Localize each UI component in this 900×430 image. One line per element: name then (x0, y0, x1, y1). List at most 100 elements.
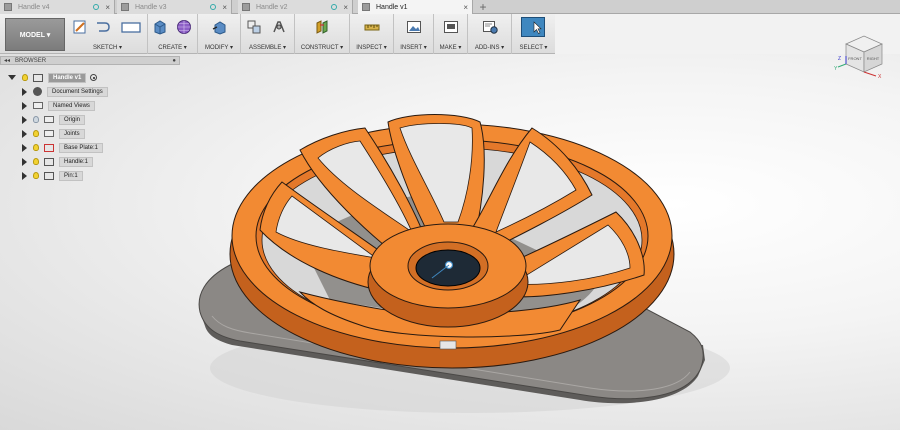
expand-arrow-icon[interactable] (22, 171, 27, 180)
new-tab-button[interactable]: + (476, 0, 490, 14)
construct-group-label: CONSTRUCT ▾ (300, 45, 344, 51)
toolbar-group-modify[interactable]: MODIFY ▾ (198, 14, 241, 54)
tree-item-named-views[interactable]: Named Views (22, 100, 95, 111)
tree-item-label[interactable]: Joints (59, 128, 85, 139)
new-component-icon (247, 20, 261, 34)
sync-icon (210, 4, 217, 10)
toolbar-group-construct[interactable]: CONSTRUCT ▾ (295, 14, 350, 54)
tree-item-label[interactable]: Named Views (48, 100, 95, 111)
assemble-group-label: ASSEMBLE ▾ (248, 45, 287, 51)
tab-handle-v4[interactable]: Handle v4 × (0, 0, 115, 14)
tab-label: Handle v3 (135, 3, 167, 11)
toolbar-group-create[interactable]: CREATE ▾ (148, 14, 198, 54)
sketch-icon (73, 20, 86, 34)
expand-arrow-icon[interactable] (22, 101, 27, 110)
select-group-label: SELECT ▾ (519, 45, 548, 51)
browser-title: BROWSER (15, 57, 47, 64)
toolbar-group-make[interactable]: MAKE ▾ (434, 14, 468, 54)
modify-group-label: MODIFY ▾ (205, 45, 233, 51)
grounded-component-icon (44, 143, 54, 152)
close-icon[interactable]: × (343, 3, 348, 12)
pin-icon[interactable]: ● (172, 58, 176, 64)
tab-handle-v3[interactable]: Handle v3 × (117, 0, 232, 14)
document-icon (4, 3, 12, 11)
expand-arrow-icon[interactable] (22, 129, 27, 138)
tree-item-handle[interactable]: Handle:1 (22, 156, 94, 167)
folder-icon (33, 102, 43, 109)
visibility-bulb-icon[interactable] (33, 172, 39, 179)
tree-item-label[interactable]: Document Settings (47, 86, 108, 97)
tab-handle-v1[interactable]: Handle v1 × (358, 0, 473, 14)
expand-arrow-icon[interactable] (22, 157, 27, 166)
3d-print-icon (444, 21, 458, 33)
axis-x-label: X (878, 74, 882, 80)
tree-item-origin[interactable]: Origin (22, 114, 86, 125)
inspect-group-label: INSPECT ▾ (356, 45, 387, 51)
press-pull-icon (212, 21, 226, 35)
expand-arrow-icon[interactable] (22, 87, 27, 96)
scripts-addins-icon (483, 21, 498, 34)
component-icon (33, 73, 43, 82)
document-icon (242, 3, 250, 11)
browser-panel: ◂◂ BROWSER ● Handle v1 Document Settings… (0, 56, 180, 186)
close-icon[interactable]: × (463, 3, 468, 12)
tree-root-handle-v1[interactable]: Handle v1 (8, 72, 98, 83)
activate-radio-icon[interactable] (90, 74, 98, 81)
tree-item-document-settings[interactable]: Document Settings (22, 86, 108, 97)
tab-label: Handle v1 (376, 3, 408, 11)
viewcube[interactable]: FRONT RIGHT Y Z X (828, 20, 896, 80)
tab-label: Handle v2 (256, 3, 288, 11)
close-icon[interactable]: × (105, 3, 110, 12)
visibility-bulb-icon[interactable] (33, 130, 39, 137)
tree-item-label[interactable]: Pin:1 (59, 170, 83, 181)
extrude-icon (154, 20, 166, 35)
close-icon[interactable]: × (222, 3, 227, 12)
tree-item-label[interactable]: Base Plate:1 (59, 142, 104, 153)
toolbar-group-inspect[interactable]: INSPECT ▾ (350, 14, 394, 54)
insert-image-icon (407, 21, 421, 33)
measure-icon (364, 24, 380, 31)
add-ins-group-label: ADD-INS ▾ (474, 45, 505, 51)
toolbar-group-add-ins[interactable]: ADD-INS ▾ (468, 14, 512, 54)
offset-plane-icon (316, 20, 328, 34)
visibility-bulb-icon[interactable] (33, 144, 39, 151)
sync-icon (93, 4, 100, 10)
document-icon (121, 3, 129, 11)
tree-item-pin[interactable]: Pin:1 (22, 170, 83, 181)
tree-item-joints[interactable]: Joints (22, 128, 85, 139)
handle-wheel[interactable] (229, 114, 675, 369)
viewcube-right-label: RIGHT (867, 56, 880, 61)
tree-item-label[interactable]: Handle:1 (59, 156, 94, 167)
line-icon (97, 22, 110, 32)
make-group-label: MAKE ▾ (439, 45, 462, 51)
component-icon (44, 157, 54, 166)
rectangle-icon (121, 22, 141, 33)
x-axis-line (863, 71, 877, 77)
expand-arrow-icon[interactable] (22, 115, 27, 124)
sphere-grid-icon (177, 20, 191, 34)
collapse-arrow-icon[interactable] (8, 75, 16, 80)
insert-group-label: INSERT ▾ (400, 45, 427, 51)
visibility-bulb-icon[interactable] (33, 158, 39, 165)
browser-header[interactable]: ◂◂ BROWSER ● (0, 56, 180, 65)
toolbar-group-select[interactable]: SELECT ▾ (512, 14, 555, 54)
joint-marker-icon[interactable] (439, 340, 457, 350)
viewcube-front-label: FRONT (848, 56, 862, 61)
toolbar-group-sketch[interactable]: SKETCH ▾ (68, 14, 148, 54)
tree-item-label[interactable]: Origin (59, 114, 86, 125)
joint-icon (273, 21, 285, 33)
visibility-bulb-icon[interactable] (22, 74, 28, 81)
tab-handle-v2[interactable]: Handle v2 × (238, 0, 353, 14)
toolbar-group-insert[interactable]: INSERT ▾ (394, 14, 434, 54)
workspace-switcher-button[interactable]: MODEL ▾ (5, 18, 65, 51)
sync-icon (331, 4, 338, 10)
collapse-icon[interactable]: ◂◂ (4, 57, 10, 64)
axis-z-label: Z (838, 56, 841, 62)
expand-arrow-icon[interactable] (22, 143, 27, 152)
visibility-bulb-icon[interactable] (33, 116, 39, 123)
sketch-group-label: SKETCH ▾ (92, 45, 122, 51)
y-axis-line (837, 63, 847, 68)
toolbar-group-assemble[interactable]: ASSEMBLE ▾ (241, 14, 295, 54)
tree-item-base-plate[interactable]: Base Plate:1 (22, 142, 104, 153)
tree-root-label[interactable]: Handle v1 (48, 72, 87, 83)
